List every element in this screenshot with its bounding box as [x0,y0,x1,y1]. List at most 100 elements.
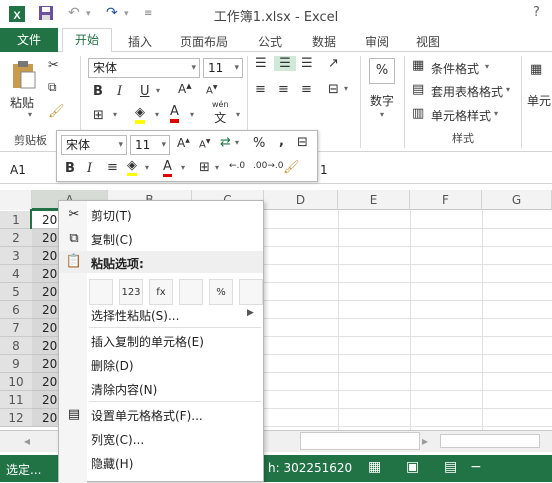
align-bottom-icon[interactable]: ☰ [301,56,313,71]
mini-percent-button[interactable]: % [253,136,265,151]
align-middle-icon[interactable]: ☰ [274,56,296,71]
formula-input[interactable]: 1 [320,163,328,177]
row-header[interactable]: 5 [0,283,32,301]
align-right-icon[interactable]: ≡ [301,82,312,97]
page-break-view-icon[interactable]: ▤ [444,459,457,475]
phonetic-dropdown-icon[interactable]: ▾ [236,110,240,119]
bold-button[interactable]: B [93,84,103,99]
cell-a[interactable]: 20 [30,209,62,231]
tab-data[interactable]: 数据 [312,33,336,50]
cell-a[interactable]: 20 [32,265,60,283]
cell-style-icon[interactable]: ▥ [412,106,424,121]
mini-font-color-dropdown-icon[interactable]: ▾ [181,163,185,172]
menu-item-insert-copied[interactable]: 插入复制的单元格(E) [91,333,204,350]
row-header[interactable]: 11 [0,391,32,409]
paste-option-formatting-%-icon[interactable]: % [209,279,233,305]
mini-fill-color-icon[interactable]: ◈ [127,159,137,176]
column-header-d[interactable]: D [264,190,338,210]
border-dropdown-icon[interactable]: ▾ [113,110,117,119]
tab-view[interactable]: 视图 [416,33,440,50]
mini-format-dropdown-icon[interactable]: ▾ [235,138,239,147]
cell-style-button[interactable]: 单元格样式 [431,107,491,124]
row-header[interactable]: 3 [0,247,32,265]
tab-insert[interactable]: 插入 [128,33,152,50]
border-icon[interactable]: ⊞ [93,108,104,123]
mini-border-icon[interactable]: ⊞ [199,160,210,175]
horizontal-scroll-track[interactable] [440,434,540,448]
grow-font-icon[interactable]: A▲ [178,82,192,96]
column-header-e[interactable]: E [338,190,410,210]
text-orientation-icon[interactable]: ↗ [328,56,339,71]
mini-font-size-combo[interactable]: 11 ▾ [130,135,170,155]
row-header[interactable]: 10 [0,373,32,391]
number-group-button[interactable]: 数字 [370,92,394,109]
cell-a[interactable]: 20 [32,373,60,391]
paste-option-paste-icon[interactable] [89,279,113,305]
mini-font-color-icon[interactable]: A [163,159,172,177]
cell-a[interactable]: 20 [32,355,60,373]
paste-option-values-123-icon[interactable]: 123 [119,279,143,305]
merge-center-icon[interactable]: ⊟ [328,82,339,97]
scroll-left-icon[interactable]: ◂ [24,434,30,448]
paste-option-transpose-icon[interactable] [179,279,203,305]
italic-button[interactable]: I [117,84,122,99]
mini-format-painter-icon[interactable]: 🖌 [283,160,300,175]
help-button[interactable]: ? [533,5,540,20]
row-header[interactable]: 1 [0,211,32,229]
tab-page-layout[interactable]: 页面布局 [180,33,228,50]
paste-option-link-icon[interactable] [239,279,263,305]
shrink-font-icon[interactable]: A▼ [206,84,217,96]
mini-merge-icon[interactable]: ⊟ [297,135,308,150]
chevron-down-icon[interactable]: ▾ [485,62,489,71]
paste-icon[interactable] [10,60,38,94]
cell-a[interactable]: 20 [32,391,60,409]
tab-formulas[interactable]: 公式 [258,33,282,50]
number-dropdown-icon[interactable]: ▾ [380,110,384,119]
horizontal-scrollbar[interactable] [300,432,420,450]
menu-item-delete[interactable]: 删除(D) [91,357,134,374]
row-header[interactable]: 12 [0,409,32,427]
conditional-format-button[interactable]: 条件格式 [431,60,479,77]
cell-a[interactable]: 20 [32,247,60,265]
mini-increase-decimal-icon[interactable]: ←.0 [229,161,245,171]
table-format-icon[interactable]: ▤ [412,82,424,97]
mini-decrease-decimal-icon[interactable]: .00→.0 [253,161,283,171]
cell-a[interactable]: 20 [32,229,60,247]
row-header[interactable]: 6 [0,301,32,319]
cell-a[interactable]: 20 [32,337,60,355]
cell-a[interactable]: 20 [32,283,60,301]
mini-format-icon[interactable]: ⇄ [220,135,231,150]
zoom-out-icon[interactable]: − [470,459,482,475]
row-header[interactable]: 9 [0,355,32,373]
mini-italic-button[interactable]: I [87,161,92,176]
underline-dropdown-icon[interactable]: ▾ [156,86,160,95]
tab-home[interactable]: 开始 [62,28,112,53]
chevron-down-icon[interactable]: ▾ [506,85,510,94]
menu-item-clear[interactable]: 清除内容(N) [91,381,157,398]
tab-review[interactable]: 审阅 [365,33,389,50]
mini-border-dropdown-icon[interactable]: ▾ [215,163,219,172]
menu-item-format-cells[interactable]: 设置单元格格式(F)... [91,407,203,424]
paste-dropdown-icon[interactable]: ▾ [28,110,32,119]
column-header-f[interactable]: F [410,190,482,210]
mini-font-name-combo[interactable]: 宋体 ▾ [61,135,127,155]
normal-view-icon[interactable]: ▦ [368,459,381,475]
copy-icon[interactable]: ⧉ [48,80,57,95]
align-top-icon[interactable]: ☰ [255,56,267,71]
font-size-combo[interactable]: 11 ▾ [203,58,243,78]
mini-comma-button[interactable]: , [279,134,284,149]
cell-a[interactable]: 20 [32,319,60,337]
cut-icon[interactable]: ✂ [48,58,59,73]
row-header[interactable]: 8 [0,337,32,355]
font-name-combo[interactable]: 宋体 ▾ [88,58,200,78]
number-format-icon[interactable]: % [369,58,395,84]
page-layout-view-icon[interactable]: ▣ [406,459,419,475]
cell-a[interactable]: 20 [32,301,60,319]
merge-dropdown-icon[interactable]: ▾ [344,84,348,93]
cells-icon[interactable]: ▦ [530,62,542,77]
row-header[interactable]: 7 [0,319,32,337]
menu-item-hide[interactable]: 隐藏(H) [91,455,133,472]
conditional-format-icon[interactable]: ▦ [412,58,424,73]
name-box[interactable]: A1 [10,163,26,177]
phonetic-guide-icon[interactable]: wén 文 [212,100,229,126]
